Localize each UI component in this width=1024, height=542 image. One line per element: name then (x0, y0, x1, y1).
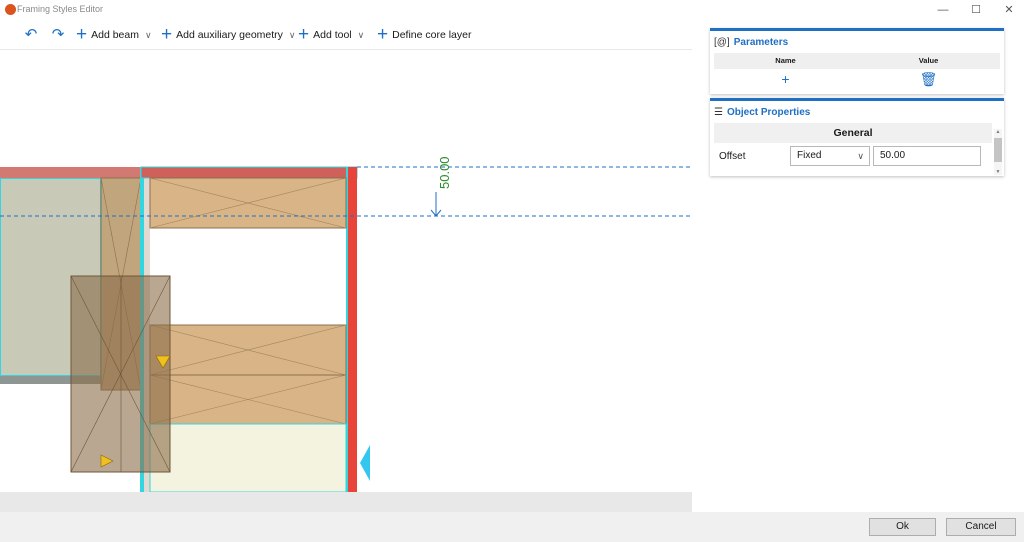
offset-mode-select[interactable]: Fixed ∨ (790, 146, 870, 166)
add-auxiliary-geometry-button[interactable]: + Add auxiliary geometry ∨ (161, 24, 296, 45)
chevron-down-icon: ∨ (144, 29, 152, 40)
add-auxiliary-geometry-label: Add auxiliary geometry (176, 29, 283, 41)
parameters-panel: [@] Parameters Name Value + 🗑 (710, 28, 1004, 94)
properties-scrollbar[interactable]: ▲ ▼ (994, 129, 1002, 175)
scroll-up-icon[interactable]: ▲ (994, 129, 1002, 135)
object-properties-panel: ☰ Object Properties General Offset Fixed… (710, 98, 1004, 176)
add-beam-label: Add beam (91, 29, 139, 41)
add-parameter-icon[interactable]: + (714, 69, 857, 89)
properties-pane: [@] Parameters Name Value + 🗑 ☰ Object P… (692, 20, 1024, 512)
drawing-canvas[interactable]: 50.00 (0, 50, 692, 492)
parameters-actions-row: + 🗑 (714, 69, 1000, 89)
redo-icon[interactable]: ↷ (50, 26, 66, 44)
object-properties-title: Object Properties (726, 106, 811, 118)
dimension-label: 50.00 (437, 156, 452, 189)
parameters-title: Parameters (733, 36, 789, 48)
chevron-down-icon: ∨ (357, 29, 365, 40)
title-bar: Framing Styles Editor — ☐ ✕ (0, 0, 1024, 20)
toolbar: ↶ ↷ + Add beam ∨ + Add auxiliary geometr… (0, 20, 692, 50)
sliders-icon: ☰ (714, 106, 723, 118)
add-tool-button[interactable]: + Add tool ∨ (298, 24, 365, 45)
offset-value-input[interactable]: 50.00 (873, 146, 981, 166)
chevron-down-icon: ∨ (857, 151, 864, 161)
close-icon[interactable]: ✕ (994, 2, 1024, 18)
chevron-down-icon: ∨ (288, 29, 296, 40)
maximize-icon[interactable]: ☐ (961, 2, 991, 18)
plus-icon: + (161, 24, 173, 45)
window-title: Framing Styles Editor (17, 4, 104, 14)
define-core-layer-button[interactable]: + Define core layer (377, 24, 472, 45)
plus-icon: + (76, 24, 88, 45)
add-tool-label: Add tool (313, 29, 352, 41)
plus-icon: + (298, 24, 310, 45)
add-beam-button[interactable]: + Add beam ∨ (76, 24, 152, 45)
column-value: Value (918, 56, 939, 65)
offset-label: Offset (719, 151, 746, 162)
ok-button[interactable]: Ok (869, 518, 936, 536)
resize-handle[interactable] (360, 445, 370, 481)
parameters-header: [@] Parameters (710, 31, 1004, 53)
bottom-panel (149, 423, 347, 492)
minimize-icon[interactable]: — (928, 2, 958, 18)
define-core-layer-label: Define core layer (392, 29, 472, 41)
editor-pane: ↶ ↷ + Add beam ∨ + Add auxiliary geometr… (0, 20, 692, 512)
framing-drawing: 50.00 (0, 156, 692, 492)
column-name: Name (775, 56, 796, 65)
top-plate-left (0, 167, 140, 178)
app-icon (5, 4, 16, 15)
scroll-thumb[interactable] (994, 138, 1002, 162)
offset-row: Offset Fixed ∨ 50.00 (714, 143, 1004, 169)
undo-icon[interactable]: ↶ (23, 26, 39, 44)
offset-mode-value: Fixed (797, 150, 822, 161)
plus-icon: + (377, 24, 389, 45)
group-general[interactable]: General (714, 123, 992, 143)
scroll-down-icon[interactable]: ▼ (994, 169, 1002, 175)
at-sign-icon: [@] (714, 36, 730, 48)
horizontal-scrollbar[interactable] (0, 492, 692, 512)
cancel-button[interactable]: Cancel (946, 518, 1016, 536)
parameters-table-header: Name Value (714, 53, 1000, 69)
object-properties-header: ☰ Object Properties (710, 101, 1004, 123)
framing-styles-editor-window: Framing Styles Editor — ☐ ✕ ↶ ↷ + Add be… (0, 0, 1024, 542)
top-plate (140, 166, 358, 179)
trash-icon[interactable]: 🗑 (857, 69, 1000, 89)
footer-bar: Ok Cancel (0, 512, 1024, 542)
